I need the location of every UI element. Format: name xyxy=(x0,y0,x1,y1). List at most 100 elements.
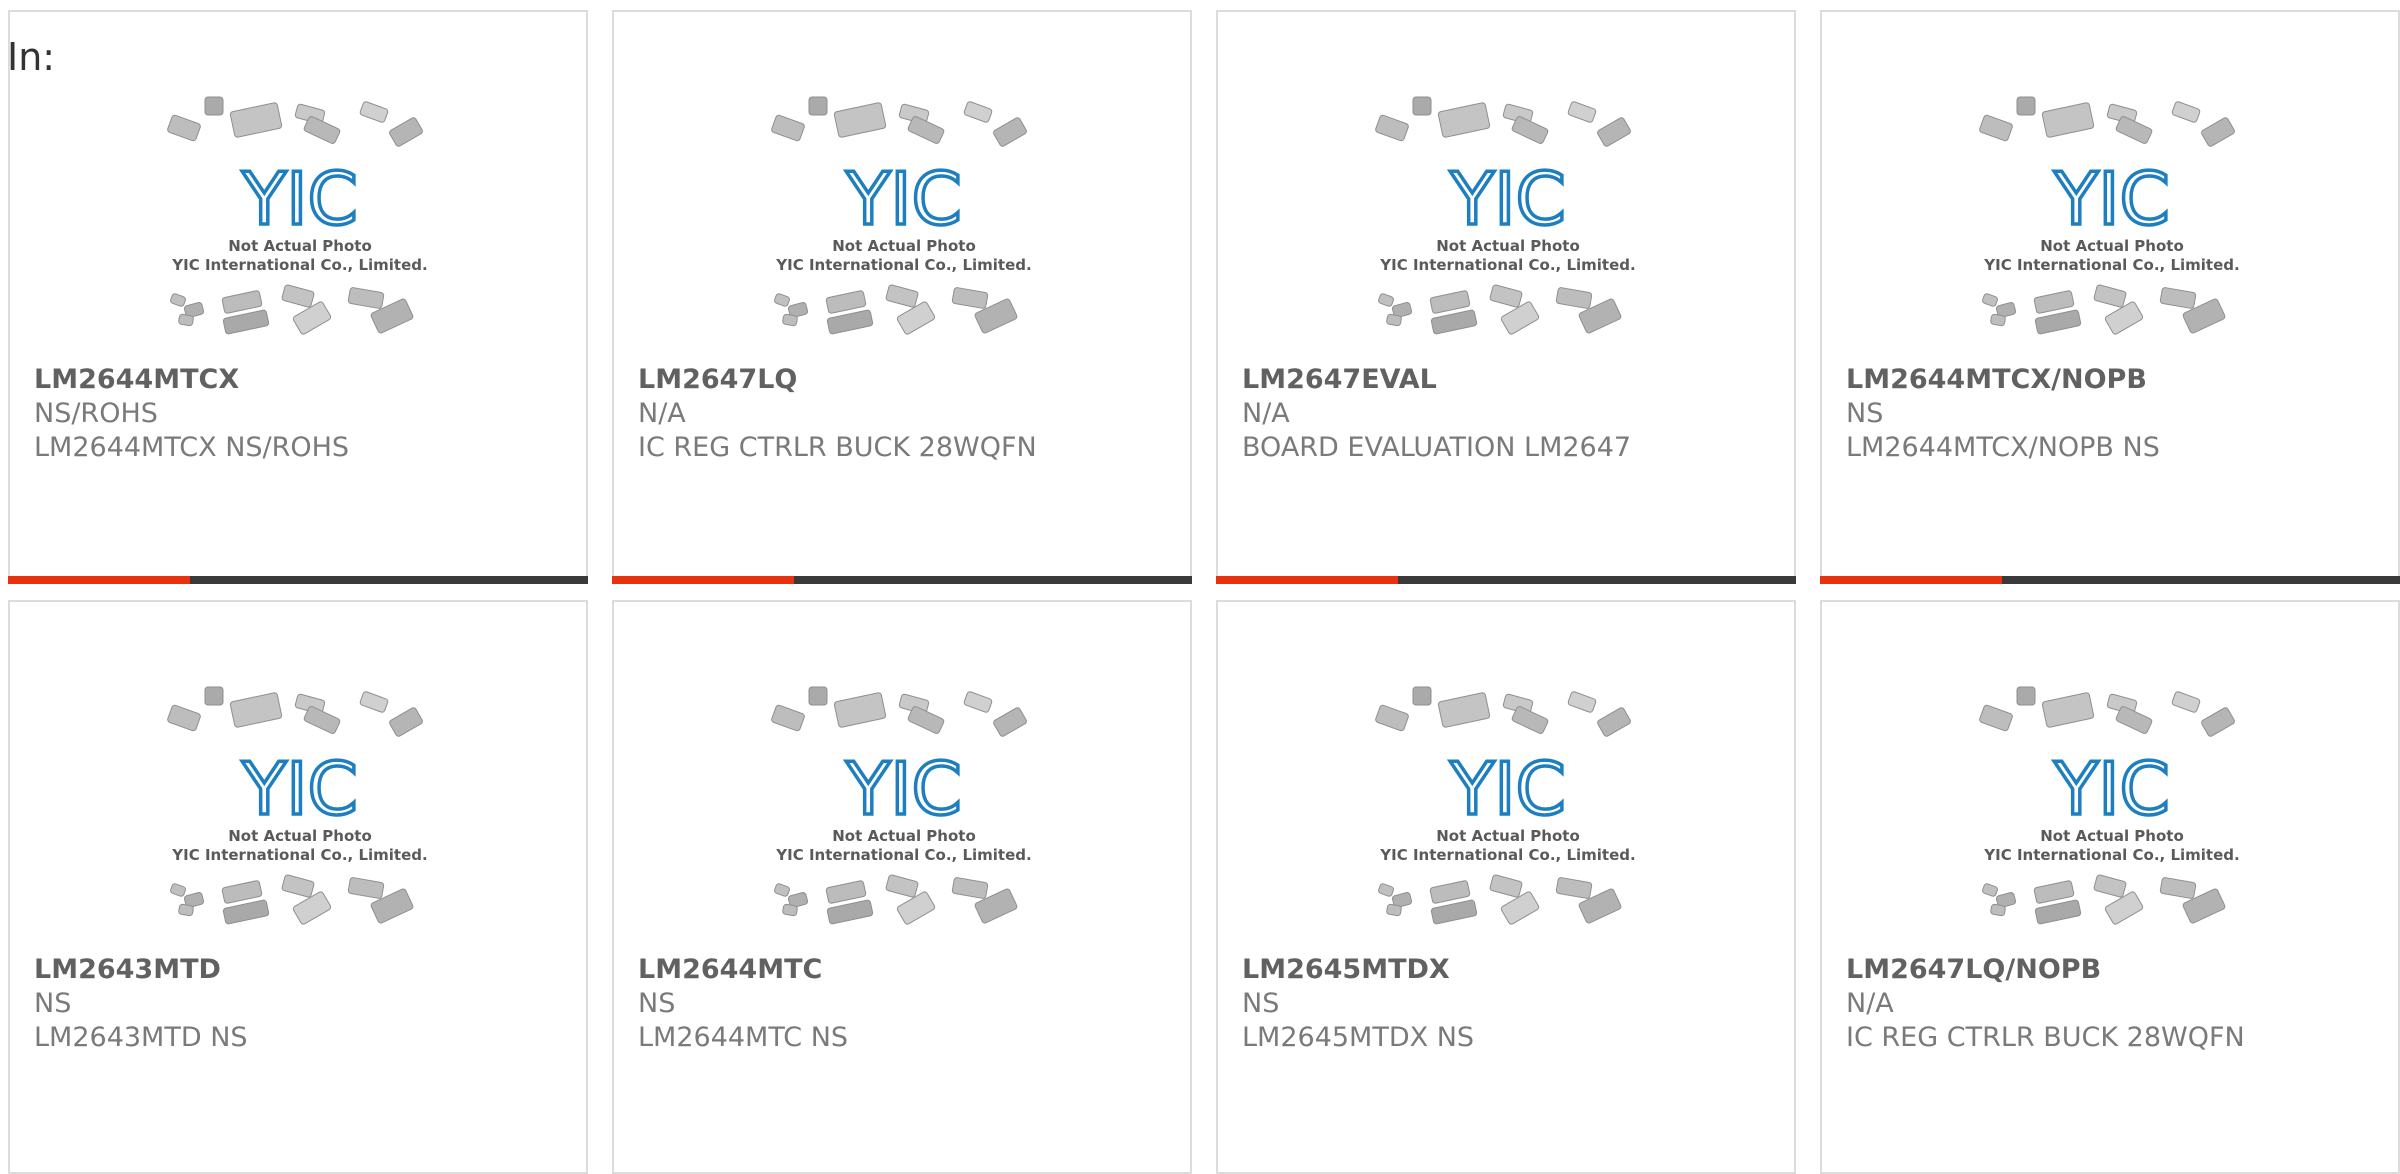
chip-package-icon xyxy=(1979,114,2013,142)
photo-caption-line1: Not Actual Photo xyxy=(228,827,372,845)
chip-package-icon xyxy=(2016,96,2036,116)
chip-package-icon xyxy=(1597,707,1631,737)
product-photo-placeholder: YIC Not Actual Photo YIC International Co.… xyxy=(1972,96,2252,356)
part-number[interactable]: LM2643MTD xyxy=(34,954,221,985)
chip-package-icon xyxy=(281,874,315,898)
photo-caption-line1: Not Actual Photo xyxy=(2040,827,2184,845)
manufacturer: N/A xyxy=(638,398,686,429)
card-footer-bar xyxy=(1820,576,2400,584)
card-accent-bar xyxy=(8,576,190,584)
chip-package-icon xyxy=(170,883,186,897)
photo-caption-line1: Not Actual Photo xyxy=(832,827,976,845)
product-card[interactable]: YIC Not Actual Photo YIC International Co.… xyxy=(1216,600,1796,1174)
part-number[interactable]: LM2644MTCX/NOPB xyxy=(1846,364,2147,395)
chip-package-icon xyxy=(2201,707,2235,737)
chip-package-icon xyxy=(771,704,805,732)
card-footer-bar xyxy=(1216,576,1796,584)
product-card[interactable]: YIC Not Actual Photo YIC International Co.… xyxy=(1216,10,1796,584)
manufacturer: NS/ROHS xyxy=(34,398,158,429)
chip-package-icon xyxy=(1386,313,1402,327)
yic-logo-icon: YIC xyxy=(2053,747,2170,831)
chip-package-icon xyxy=(1990,313,2006,327)
chip-package-icon xyxy=(782,903,798,917)
chip-package-icon xyxy=(963,691,993,713)
chip-package-icon xyxy=(167,114,201,142)
chip-package-icon xyxy=(167,704,201,732)
chip-package-icon xyxy=(1430,309,1478,335)
photo-caption-line1: Not Actual Photo xyxy=(1436,237,1580,255)
chip-package-icon xyxy=(2033,880,2075,904)
placeholder-image: YICNot Actual PhotoYIC International Co.… xyxy=(167,96,428,335)
part-number[interactable]: LM2647LQ/NOPB xyxy=(1846,954,2101,985)
chip-package-icon xyxy=(774,883,790,897)
product-photo-placeholder: YIC Not Actual Photo YIC International Co.… xyxy=(764,96,1044,356)
photo-caption-line1: Not Actual Photo xyxy=(2040,237,2184,255)
product-card[interactable]: YIC Not Actual Photo YIC International Co.… xyxy=(1820,10,2400,584)
yic-logo-icon: YIC xyxy=(845,747,962,831)
product-grid: YIC Not Actual Photo YIC International Co.… xyxy=(0,0,2400,1174)
chip-package-icon xyxy=(389,707,423,737)
chip-package-icon xyxy=(1375,114,1409,142)
chip-package-icon xyxy=(833,102,887,138)
product-description: LM2645MTDX NS xyxy=(1242,1022,1475,1053)
yic-logo-icon: YIC xyxy=(241,157,358,241)
chip-package-icon xyxy=(896,301,936,335)
yic-logo-icon: YIC xyxy=(241,747,358,831)
chip-package-icon xyxy=(1378,883,1394,897)
chip-package-icon xyxy=(1378,293,1394,307)
chip-package-icon xyxy=(1386,903,1402,917)
chip-package-icon xyxy=(1979,704,2013,732)
part-number[interactable]: LM2645MTDX xyxy=(1242,954,1450,985)
chip-package-icon xyxy=(896,891,936,925)
placeholder-image: YICNot Actual PhotoYIC International Co.… xyxy=(771,686,1032,925)
chip-package-icon xyxy=(885,284,919,308)
chip-package-icon xyxy=(993,707,1027,737)
chip-package-icon xyxy=(170,293,186,307)
card-accent-bar xyxy=(1216,576,1398,584)
product-card[interactable]: YIC Not Actual Photo YIC International Co.… xyxy=(612,600,1192,1174)
product-card[interactable]: YIC Not Actual Photo YIC International Co.… xyxy=(612,10,1192,584)
chip-package-icon xyxy=(2034,309,2082,335)
chip-package-icon xyxy=(1567,691,1597,713)
product-card[interactable]: YIC Not Actual Photo YIC International Co.… xyxy=(1820,600,2400,1174)
product-card[interactable]: YIC Not Actual Photo YIC International Co.… xyxy=(8,600,588,1174)
chip-package-icon xyxy=(1429,880,1471,904)
part-number[interactable]: LM2644MTCX xyxy=(34,364,239,395)
chip-package-icon xyxy=(1412,96,1432,116)
part-number[interactable]: LM2644MTC xyxy=(638,954,822,985)
chip-package-icon xyxy=(2034,899,2082,925)
product-card[interactable]: YIC Not Actual Photo YIC International Co.… xyxy=(8,10,588,584)
photo-caption-line2: YIC International Co., Limited. xyxy=(171,256,427,274)
part-number[interactable]: LM2647EVAL xyxy=(1242,364,1437,395)
chip-package-icon xyxy=(2104,891,2144,925)
product-description: BOARD EVALUATION LM2647 xyxy=(1242,432,1632,463)
chip-package-icon xyxy=(1555,287,1593,309)
part-number[interactable]: LM2647LQ xyxy=(638,364,797,395)
manufacturer: NS xyxy=(34,988,72,1019)
placeholder-image: YICNot Actual PhotoYIC International Co.… xyxy=(771,96,1032,335)
photo-caption-line2: YIC International Co., Limited. xyxy=(1379,846,1635,864)
chip-package-icon xyxy=(1412,686,1432,706)
chip-package-icon xyxy=(2041,102,2095,138)
photo-caption-line1: Not Actual Photo xyxy=(228,237,372,255)
card-accent-bar xyxy=(612,576,794,584)
photo-caption-line2: YIC International Co., Limited. xyxy=(171,846,427,864)
product-photo-placeholder: YIC Not Actual Photo YIC International Co.… xyxy=(764,686,1044,946)
chip-package-icon xyxy=(825,290,867,314)
chip-package-icon xyxy=(2033,290,2075,314)
chip-package-icon xyxy=(2093,284,2127,308)
chip-package-icon xyxy=(1437,692,1491,728)
manufacturer: NS xyxy=(638,988,676,1019)
manufacturer: N/A xyxy=(1846,988,1894,1019)
chip-package-icon xyxy=(826,899,874,925)
product-photo-placeholder: YIC Not Actual Photo YIC International Co.… xyxy=(160,686,440,946)
card-footer-bar xyxy=(612,576,1192,584)
chip-package-icon xyxy=(1500,891,1540,925)
chip-package-icon xyxy=(963,101,993,123)
chip-package-icon xyxy=(1555,877,1593,899)
placeholder-image: YICNot Actual PhotoYIC International Co.… xyxy=(1375,686,1636,925)
photo-caption-line2: YIC International Co., Limited. xyxy=(775,256,1031,274)
chip-package-icon xyxy=(2159,287,2197,309)
photo-caption-line2: YIC International Co., Limited. xyxy=(1983,846,2239,864)
placeholder-image: YICNot Actual PhotoYIC International Co.… xyxy=(1375,96,1636,335)
